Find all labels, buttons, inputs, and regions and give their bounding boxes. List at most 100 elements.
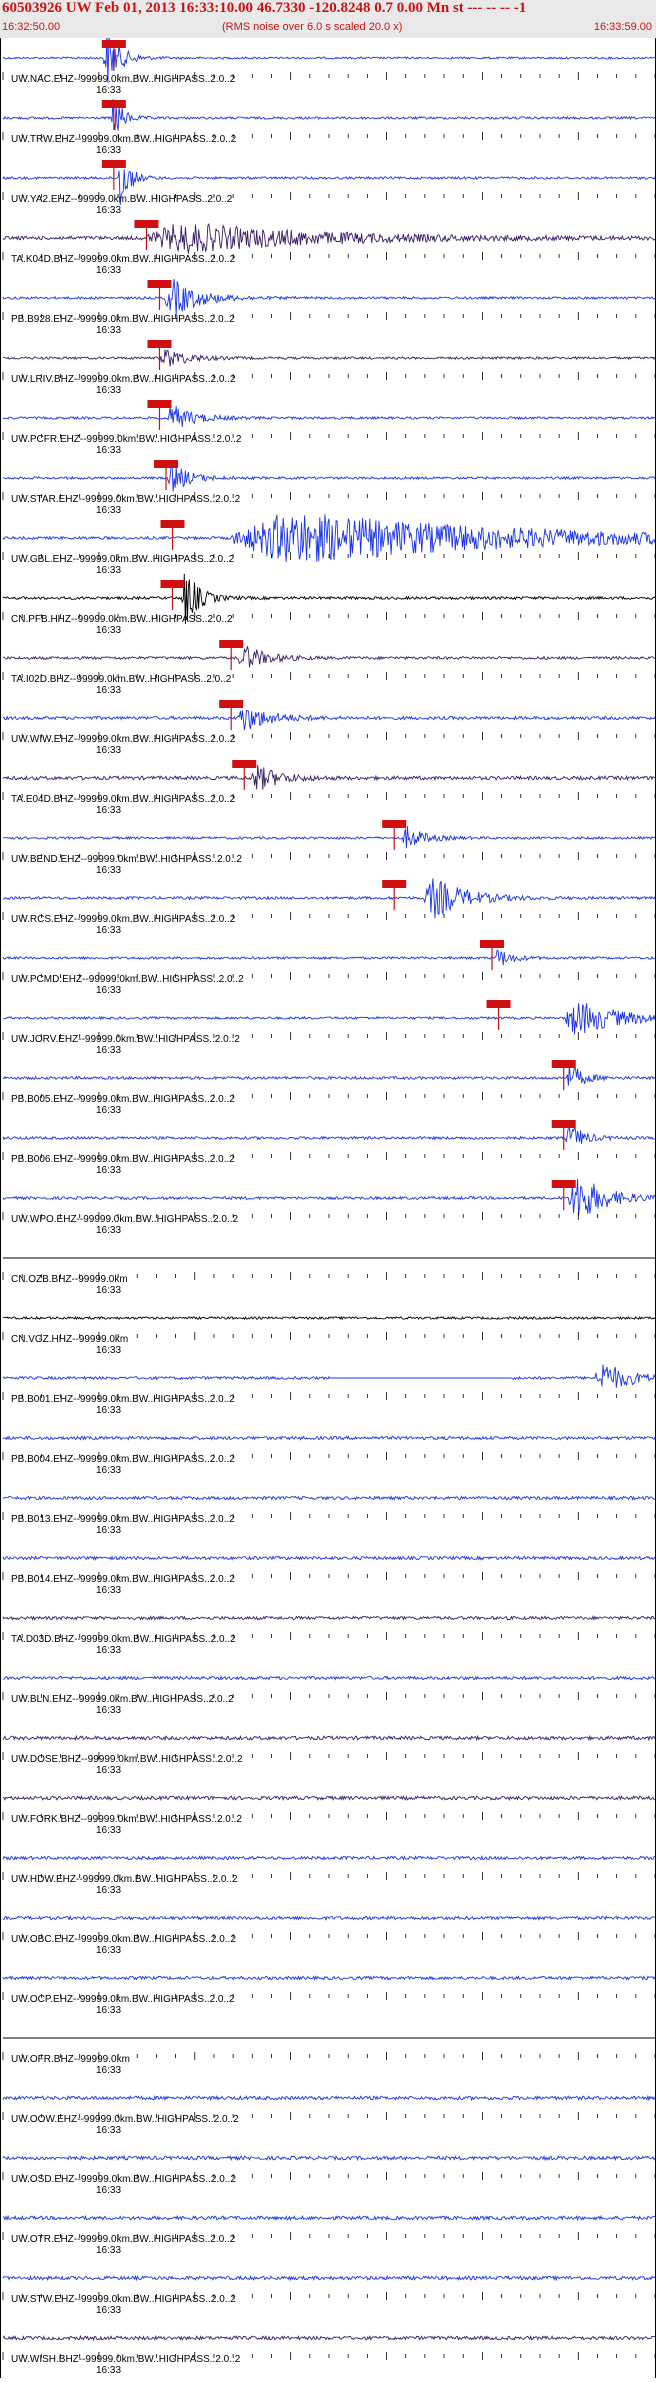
time-tick-label: 16:33 bbox=[96, 145, 121, 156]
trace-row: UW.OTR.EHZ--99999.0km.BW..HIGHPASS..2.0.… bbox=[2, 2214, 656, 2256]
trace-label: TA.E04D.BHZ--99999.0km.BW..HIGHPASS..2.0… bbox=[11, 794, 236, 805]
time-tick-label: 16:33 bbox=[96, 505, 121, 516]
trace-label: UW.HDW.EHZ--99999.0km.BW..HIGHPASS..2.0.… bbox=[11, 1874, 238, 1885]
waveform bbox=[2, 826, 656, 849]
waveform bbox=[2, 99, 656, 131]
trace-label: UW.DOSE.BHZ--99999.0km.BW..HIGHPASS..2.0… bbox=[11, 1754, 243, 1765]
trace-label: CN.PFB.HHZ--99999.0km.BW..HIGHPASS..2.0.… bbox=[11, 614, 233, 625]
trace-row: TA.D03D.BHZ--99999.0km.BW..HIGHPASS..2.0… bbox=[2, 1615, 656, 1656]
time-tick-label: 16:33 bbox=[96, 1405, 121, 1416]
trace-label: UW.BEND.EHZ--99999.0km.BW..HIGHPASS..2.0… bbox=[11, 854, 242, 865]
trace-label: UW.RCS.EHZ--99999.0km.BW..HIGHPASS..2.0.… bbox=[11, 914, 236, 925]
time-tick-label: 16:33 bbox=[96, 1285, 121, 1296]
trace-row: CN.OZB.BHZ--99999.0km16:33 bbox=[2, 1257, 656, 1296]
time-tick-label: 16:33 bbox=[96, 2305, 121, 2316]
time-tick-label: 16:33 bbox=[96, 925, 121, 936]
waveform bbox=[2, 1435, 656, 1441]
trace-row: UW.BLN.EHZ--99999.0km.BW..HIGHPASS..2.0.… bbox=[2, 1675, 656, 1716]
trace-row: UW.OCP.EHZ--99999.0km.BW..HIGHPASS..2.0.… bbox=[2, 1975, 656, 2016]
trace-label: PB.B006.EHZ--99999.0km.BW..HIGHPASS..2.0… bbox=[11, 1154, 235, 1165]
trace-label: UW.BLN.EHZ--99999.0km.BW..HIGHPASS..2.0.… bbox=[11, 1694, 234, 1705]
end-time: 16:33:59.00 bbox=[593, 21, 652, 33]
waveform bbox=[2, 2334, 656, 2342]
trace-row: UW.STAR.EHZ--99999.0km.BW..HIGHPASS..2.0… bbox=[2, 460, 656, 516]
trace-label: UW.WPO.EHZ--99999.0km.BW..HIGHPASS..2.0.… bbox=[11, 1214, 239, 1225]
trace-row: CN.VGZ.HHZ--99999.0km16:33 bbox=[2, 1315, 656, 1356]
pick-marker bbox=[486, 1000, 511, 1008]
trace-label: UW.OCP.EHZ--99999.0km.BW..HIGHPASS..2.0.… bbox=[11, 1994, 235, 2005]
time-tick-label: 16:33 bbox=[96, 85, 121, 96]
waveform bbox=[2, 949, 656, 966]
trace-label: TA.I02D.BHZ--99999.0km.BW..HIGHPASS..2.0… bbox=[11, 674, 232, 685]
trace-row: UW.OFR.BHZ--99999.0km16:33 bbox=[2, 2037, 656, 2076]
trace-label: UW.OBC.EHZ--99999.0km.BW..HIGHPASS..2.0.… bbox=[11, 1934, 236, 1945]
waveform bbox=[2, 1675, 656, 1681]
time-tick-label: 16:33 bbox=[96, 1705, 121, 1716]
pick-marker bbox=[160, 580, 185, 588]
pick-marker bbox=[551, 1120, 576, 1128]
waveform bbox=[2, 1794, 656, 1802]
waveform bbox=[2, 1364, 656, 1388]
trace-label: UW.WIW.EHZ--99999.0km.BW..HIGHPASS..2.0.… bbox=[11, 734, 236, 745]
pick-marker bbox=[101, 160, 126, 168]
trace-label: UW.TRW.EHZ--99999.0km.BW..HIGHPASS..2.0.… bbox=[11, 134, 237, 145]
trace-row: UW.BEND.EHZ--99999.0km.BW..HIGHPASS..2.0… bbox=[2, 820, 656, 876]
trace-row: UW.HDW.EHZ--99999.0km.BW..HIGHPASS..2.0.… bbox=[2, 1855, 656, 1896]
pick-marker bbox=[219, 640, 244, 648]
time-tick-label: 16:33 bbox=[96, 1765, 121, 1776]
pick-marker bbox=[382, 820, 407, 828]
time-tick-label: 16:33 bbox=[96, 625, 121, 636]
waveform bbox=[2, 406, 656, 427]
rms-noise-note: (RMS noise over 6.0 s scaled 20.0 x) bbox=[222, 21, 403, 33]
trace-label: CN.VGZ.HHZ--99999.0km bbox=[11, 1334, 128, 1345]
time-tick-label: 16:33 bbox=[96, 865, 121, 876]
seismogram-panel: UW.NAC.EHZ--99999.0km.BW..HIGHPASS..2.0.… bbox=[0, 33, 656, 2378]
pick-marker bbox=[154, 460, 178, 468]
waveform bbox=[2, 1555, 656, 1561]
time-tick-label: 16:33 bbox=[96, 2125, 121, 2136]
trace-label: PB.B005.EHZ--99999.0km.BW..HIGHPASS..2.0… bbox=[11, 1094, 235, 1105]
trace-label: UW.PCMD.EHZ--99999.0km.BW..HIGHPASS..2.0… bbox=[11, 974, 244, 985]
time-tick-label: 16:33 bbox=[96, 805, 121, 816]
time-tick-label: 16:33 bbox=[96, 205, 121, 216]
time-tick-label: 16:33 bbox=[96, 1825, 121, 1836]
trace-label: UW.FORK.BHZ--99999.0km.BW..HIGHPASS..2.0… bbox=[11, 1814, 242, 1825]
waveform bbox=[2, 1003, 656, 1035]
waveform bbox=[2, 878, 656, 919]
waveform bbox=[2, 1734, 656, 1742]
trace-row: UW.WPO.EHZ--99999.0km.BW..HIGHPASS..2.0.… bbox=[2, 1178, 656, 1236]
pick-marker bbox=[232, 760, 257, 768]
time-tick-label: 16:33 bbox=[96, 1045, 121, 1056]
trace-row: UW.OSD.EHZ--99999.0km.BW..HIGHPASS..2.0.… bbox=[2, 2154, 656, 2196]
waveform bbox=[2, 2274, 656, 2282]
trace-label: PB.B013.EHZ--99999.0km.BW..HIGHPASS..2.0… bbox=[11, 1514, 235, 1525]
header: 60503926 UW Feb 01, 2013 16:33:10.00 46.… bbox=[0, 0, 656, 38]
waveform bbox=[2, 764, 656, 790]
trace-row: UW.TRW.EHZ--99999.0km.BW..HIGHPASS..2.0.… bbox=[2, 99, 656, 156]
trace-label: UW.YA2.EHZ--99999.0km.BW..HIGHPASS..2.0.… bbox=[11, 194, 233, 205]
trace-label: UW.STAR.EHZ--99999.0km.BW..HIGHPASS..2.0… bbox=[11, 494, 241, 505]
trace-row: UW.NAC.EHZ--99999.0km.BW..HIGHPASS..2.0.… bbox=[2, 33, 656, 96]
trace-row: PB.B004.EHZ--99999.0km.BW..HIGHPASS..2.0… bbox=[2, 1435, 656, 1476]
trace-row: UW.WISH.BHZ--99999.0km.BW..HIGHPASS..2.0… bbox=[2, 2334, 656, 2376]
pick-marker bbox=[480, 940, 504, 948]
time-tick-label: 16:33 bbox=[96, 1225, 121, 1236]
time-tick-label: 16:33 bbox=[96, 1105, 121, 1116]
trace-row: UW.DOSE.BHZ--99999.0km.BW..HIGHPASS..2.0… bbox=[2, 1734, 656, 1776]
pick-marker bbox=[101, 40, 126, 48]
time-tick-label: 16:33 bbox=[96, 745, 121, 756]
start-time: 16:32:50.00 bbox=[2, 21, 61, 33]
pick-marker bbox=[551, 1180, 576, 1188]
time-tick-label: 16:33 bbox=[96, 385, 121, 396]
seismogram-traces: UW.NAC.EHZ--99999.0km.BW..HIGHPASS..2.0.… bbox=[2, 33, 656, 2376]
waveform bbox=[2, 2094, 656, 2102]
trace-label: UW.STW.EHZ--99999.0km.BW..HIGHPASS..2.0.… bbox=[11, 2294, 236, 2305]
pick-marker bbox=[101, 100, 126, 108]
pick-marker bbox=[147, 340, 172, 348]
time-tick-label: 16:33 bbox=[96, 1945, 121, 1956]
time-tick-label: 16:33 bbox=[96, 2185, 121, 2196]
trace-label: CN.OZB.BHZ--99999.0km bbox=[11, 1274, 128, 1285]
trace-row: UW.LRIV.BHZ--99999.0km.BW..HIGHPASS..2.0… bbox=[2, 340, 656, 396]
waveform bbox=[2, 1914, 656, 1921]
time-tick-label: 16:33 bbox=[96, 2245, 121, 2256]
